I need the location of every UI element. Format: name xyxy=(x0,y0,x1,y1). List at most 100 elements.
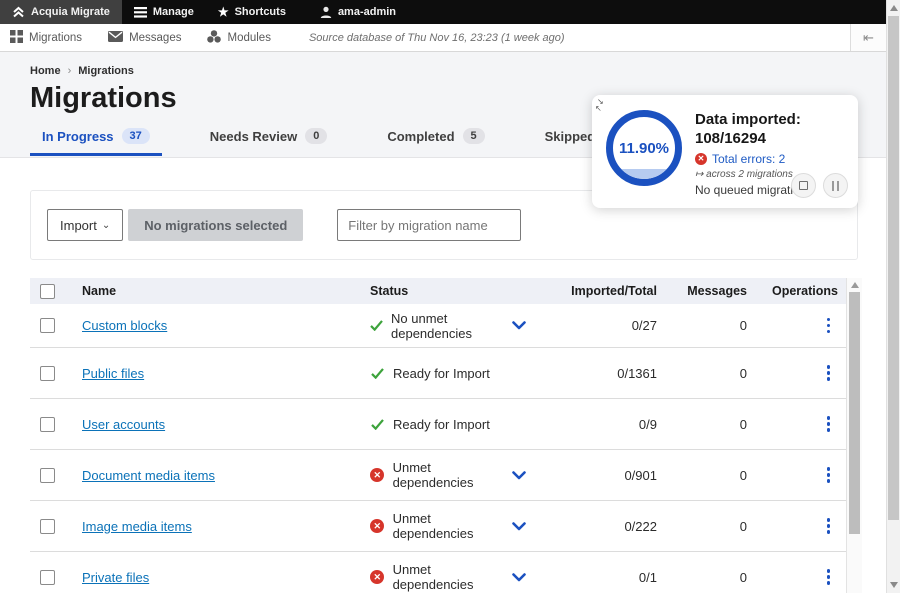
page-scrollbar-thumb[interactable] xyxy=(888,16,899,520)
messages-count: 0 xyxy=(657,570,747,585)
import-progress-card: ↘↖ 11.90% Data imported: 108/16294 ✕ Tot… xyxy=(592,95,858,208)
imported-total-value: 0/901 xyxy=(550,468,657,483)
resize-handle-icon[interactable]: ↘↖ xyxy=(597,98,604,112)
expand-chevron-icon[interactable] xyxy=(512,321,526,330)
toolbar-item-modules[interactable]: Modules xyxy=(207,30,270,46)
row-checkbox[interactable] xyxy=(40,417,55,432)
table-row: Private files ✕ Unmet dependencies 0/1 0 xyxy=(30,552,846,593)
table-row: Custom blocks ✕ No unmet dependencies 0/… xyxy=(30,304,846,348)
expand-chevron-icon[interactable] xyxy=(512,573,526,582)
import-dropdown-button[interactable]: Import ⌄ xyxy=(47,209,123,241)
operations-menu-icon[interactable] xyxy=(821,361,837,385)
status-text: Unmet dependencies xyxy=(393,562,512,592)
header-messages: Messages xyxy=(657,284,747,298)
tab-needs-review[interactable]: Needs Review 0 xyxy=(198,128,340,156)
pause-import-button[interactable] xyxy=(823,173,848,198)
topbar-item-shortcuts[interactable]: ★ Shortcuts xyxy=(206,0,298,24)
breadcrumb-separator: › xyxy=(68,65,72,77)
operations-menu-icon[interactable] xyxy=(821,314,837,338)
tab-in-progress[interactable]: In Progress 37 xyxy=(30,128,162,156)
breadcrumb-current-link[interactable]: Migrations xyxy=(78,65,134,77)
topbar-shortcuts-label: Shortcuts xyxy=(235,6,286,18)
messages-count: 0 xyxy=(657,366,747,381)
no-migrations-selected-button[interactable]: No migrations selected xyxy=(128,209,303,241)
toolbar-item-messages[interactable]: Messages xyxy=(108,31,181,45)
imported-total-value: 0/222 xyxy=(550,519,657,534)
messages-count: 0 xyxy=(657,318,747,333)
scroll-up-arrow-icon[interactable] xyxy=(851,282,859,288)
tab-completed[interactable]: Completed 5 xyxy=(375,128,496,156)
status-icon: ✕ xyxy=(370,468,385,483)
table-scrollbar-thumb[interactable] xyxy=(849,292,860,534)
messages-count: 0 xyxy=(657,519,747,534)
topbar-brand-label: Acquia Migrate xyxy=(31,6,110,18)
expand-chevron-icon[interactable] xyxy=(512,471,526,480)
migration-name-link[interactable]: Custom blocks xyxy=(82,318,167,333)
operations-menu-icon[interactable] xyxy=(821,565,837,589)
migration-name-link[interactable]: Private files xyxy=(82,570,149,585)
table-body: Custom blocks ✕ No unmet dependencies 0/… xyxy=(30,304,846,593)
imported-total-value: 0/27 xyxy=(550,318,657,333)
table-row: Document media items ✕ Unmet dependencie… xyxy=(30,450,846,501)
topbar-item-user[interactable]: ama-admin xyxy=(308,0,408,24)
progress-ring: 11.90% xyxy=(606,110,682,186)
tab-count-badge: 0 xyxy=(305,128,327,144)
chevron-down-icon: ⌄ xyxy=(102,220,110,231)
page-scroll-down-icon[interactable] xyxy=(890,582,898,588)
topbar-manage-label: Manage xyxy=(153,6,194,18)
toolbar-pin-button[interactable]: ⇤ xyxy=(850,24,886,51)
import-button-label: Import xyxy=(60,218,97,233)
toolbar-migrations-label: Migrations xyxy=(29,32,82,44)
header-operations: Operations xyxy=(747,284,846,298)
operations-menu-icon[interactable] xyxy=(821,514,837,538)
breadcrumb: Home › Migrations xyxy=(30,65,886,77)
toolbar-modules-label: Modules xyxy=(227,32,270,44)
stop-import-button[interactable] xyxy=(791,173,816,198)
stop-icon xyxy=(799,181,808,190)
operations-menu-icon[interactable] xyxy=(821,463,837,487)
imported-total-value: 0/9 xyxy=(550,417,657,432)
migration-name-link[interactable]: Image media items xyxy=(82,519,192,534)
table-row: Public files ✕ Ready for Import 0/1361 0 xyxy=(30,348,846,399)
migration-name-link[interactable]: User accounts xyxy=(82,417,165,432)
migrations-table-zone: Name Status Imported/Total Messages Oper… xyxy=(30,278,862,593)
progress-percent: 11.90% xyxy=(613,117,675,179)
migration-filter-input[interactable] xyxy=(337,209,521,241)
topbar-user-label: ama-admin xyxy=(338,6,396,18)
table-header-row: Name Status Imported/Total Messages Oper… xyxy=(30,278,846,304)
migrations-table: Name Status Imported/Total Messages Oper… xyxy=(30,278,846,593)
header-name: Name xyxy=(82,284,360,298)
status-icon: ✕ xyxy=(370,366,385,381)
imported-total-value: 0/1361 xyxy=(550,366,657,381)
breadcrumb-home-link[interactable]: Home xyxy=(30,65,61,77)
topbar-item-manage[interactable]: Manage xyxy=(122,0,206,24)
row-checkbox[interactable] xyxy=(40,318,55,333)
status-icon: ✕ xyxy=(370,570,385,585)
tab-label: In Progress xyxy=(42,129,114,144)
row-checkbox[interactable] xyxy=(40,570,55,585)
row-checkbox[interactable] xyxy=(40,519,55,534)
row-checkbox[interactable] xyxy=(40,366,55,381)
page-scroll-up-icon[interactable] xyxy=(890,5,898,11)
status-text: Unmet dependencies xyxy=(393,460,512,490)
page-scrollbar[interactable] xyxy=(886,0,900,593)
error-icon: ✕ xyxy=(695,153,707,165)
messages-count: 0 xyxy=(657,417,747,432)
select-all-checkbox[interactable] xyxy=(40,284,55,299)
operations-menu-icon[interactable] xyxy=(821,412,837,436)
total-errors-link[interactable]: Total errors: 2 xyxy=(712,152,785,166)
pause-icon xyxy=(832,181,840,191)
table-scrollbar[interactable] xyxy=(846,278,862,593)
status-text: Ready for Import xyxy=(393,366,490,381)
migration-name-link[interactable]: Document media items xyxy=(82,468,215,483)
row-checkbox[interactable] xyxy=(40,468,55,483)
status-text: Unmet dependencies xyxy=(393,511,512,541)
total-errors-row[interactable]: ✕ Total errors: 2 xyxy=(695,152,812,166)
table-row: Image media items ✕ Unmet dependencies 0… xyxy=(30,501,846,552)
table-row: User accounts ✕ Ready for Import 0/9 0 xyxy=(30,399,846,450)
topbar-item-acquia-migrate[interactable]: Acquia Migrate xyxy=(0,0,122,24)
migration-name-link[interactable]: Public files xyxy=(82,366,144,381)
toolbar-item-migrations[interactable]: Migrations xyxy=(10,30,82,46)
expand-chevron-icon[interactable] xyxy=(512,522,526,531)
data-imported-heading: Data imported: 108/16294 xyxy=(695,110,812,148)
